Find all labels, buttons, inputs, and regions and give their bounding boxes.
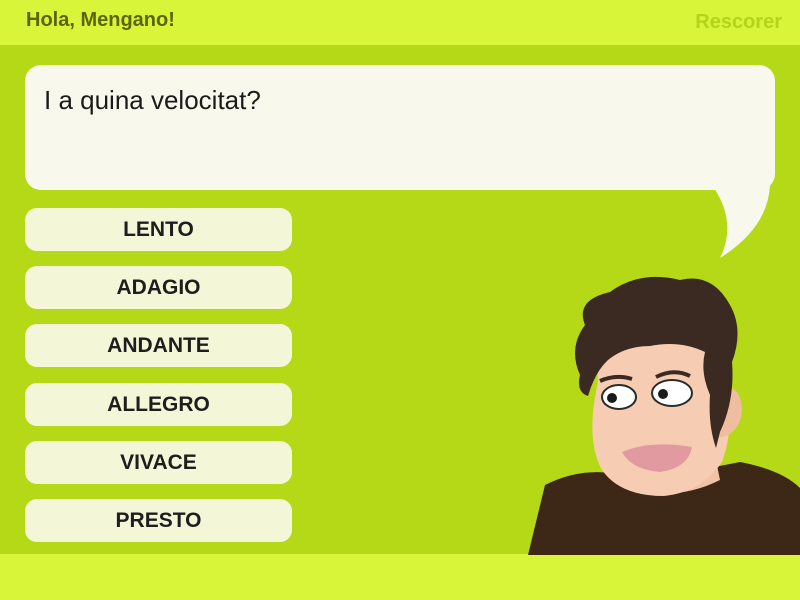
answer-button-allegro[interactable]: ALLEGRO — [25, 383, 292, 426]
top-bar: Hola, Mengano! Rescorer — [0, 0, 800, 45]
question-speech-bubble: I a quina velocitat? — [25, 65, 775, 190]
answer-button-lento[interactable]: LENTO — [25, 208, 292, 251]
answer-button-andante[interactable]: ANDANTE — [25, 324, 292, 367]
character-illustration — [528, 276, 800, 555]
bottom-bar — [0, 554, 800, 600]
greeting-text: Hola, Mengano! — [26, 9, 175, 31]
rescore-button[interactable]: Rescorer — [695, 11, 782, 34]
answer-button-adagio[interactable]: ADAGIO — [25, 266, 292, 309]
answer-button-vivace[interactable]: VIVACE — [25, 441, 292, 484]
answer-button-presto[interactable]: PRESTO — [25, 499, 292, 542]
question-text: I a quina velocitat? — [44, 85, 261, 115]
